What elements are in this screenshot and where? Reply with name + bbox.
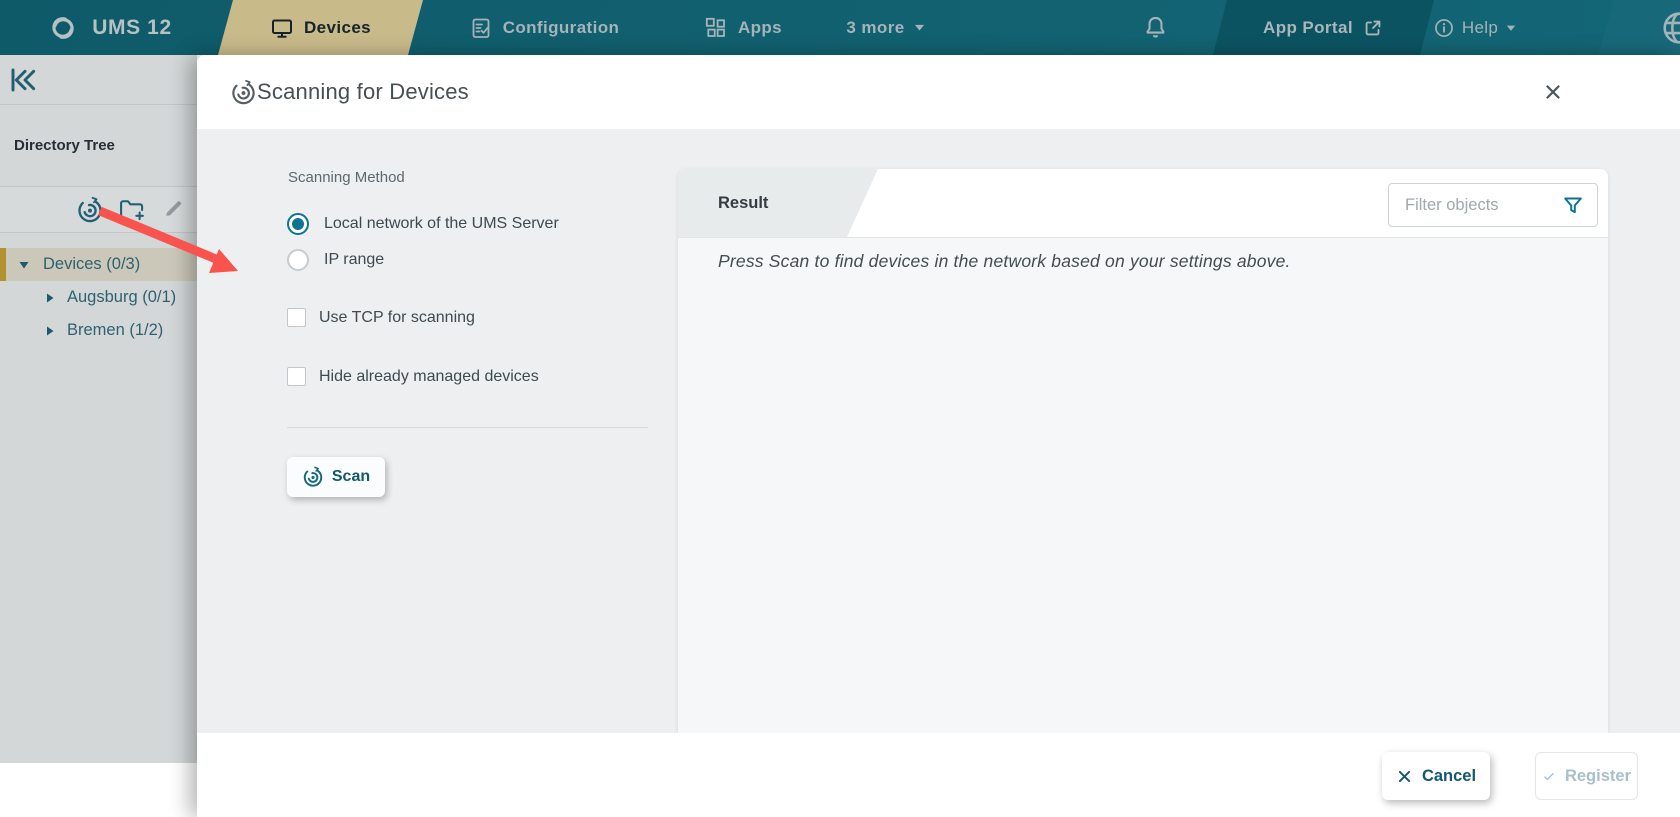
collapse-left-icon	[7, 64, 39, 96]
close-icon	[1542, 81, 1564, 103]
checkbox-hide-managed[interactable]: Hide already managed devices	[287, 367, 539, 386]
chevron-down-icon	[913, 21, 926, 34]
tab-apps[interactable]: Apps	[688, 0, 798, 55]
result-header-slant	[678, 169, 878, 237]
scan-radar-icon	[302, 466, 324, 488]
folder-plus-icon	[117, 196, 145, 224]
clipboard-check-icon	[469, 16, 493, 40]
modal-header: Scanning for Devices	[197, 55, 1680, 129]
edit-button[interactable]	[161, 196, 189, 224]
sidebar: Directory Tree	[0, 55, 197, 763]
caret-right-icon	[44, 292, 56, 304]
tab-configuration[interactable]: Configuration	[434, 0, 654, 55]
radio-selected-icon	[287, 213, 309, 235]
grid-icon	[704, 16, 728, 40]
sidebar-toolbar	[0, 187, 197, 232]
cancel-button-label: Cancel	[1422, 767, 1476, 786]
radio-label: IP range	[324, 251, 384, 269]
tab-label: Devices	[304, 18, 371, 38]
filter-objects-input[interactable]	[1389, 184, 1557, 226]
radio-unselected-icon	[287, 249, 309, 271]
modal-title: Scanning for Devices	[257, 79, 469, 105]
tree-item-label: Bremen (1/2)	[67, 321, 163, 340]
close-modal-button[interactable]	[1542, 81, 1564, 103]
tree-item-label: Devices (0/3)	[43, 255, 140, 274]
checkbox-label: Hide already managed devices	[319, 368, 539, 386]
info-circle-icon	[1433, 17, 1455, 39]
scanning-method-label: Scanning Method	[288, 169, 405, 186]
app-window: UMS 12 Devices Configuration	[0, 0, 1680, 817]
add-folder-button[interactable]	[117, 196, 145, 224]
scan-devices-button[interactable]	[76, 196, 104, 224]
monitor-icon	[270, 16, 294, 40]
filter-objects-field	[1388, 183, 1598, 227]
tree-item-label: Augsburg (0/1)	[67, 288, 176, 307]
scanning-for-devices-modal: Scanning for Devices Scanning Method Loc…	[197, 55, 1680, 817]
modal-body: Scanning Method Local network of the UMS…	[197, 129, 1680, 733]
tree-item-devices[interactable]: Devices (0/3)	[0, 248, 197, 281]
collapse-sidebar-button[interactable]	[7, 64, 39, 96]
bell-icon	[1142, 14, 1169, 41]
checkbox-label: Use TCP for scanning	[319, 309, 475, 327]
sidebar-title: Directory Tree	[14, 137, 115, 154]
selection-bar	[0, 248, 6, 281]
brand-label: UMS 12	[92, 16, 171, 40]
help-label: Help	[1462, 18, 1498, 38]
result-title: Result	[718, 169, 768, 238]
scan-radar-icon	[76, 196, 104, 224]
globe-icon	[1661, 10, 1680, 46]
radio-ip-range[interactable]: IP range	[287, 249, 384, 271]
more-menu[interactable]: 3 more	[826, 0, 946, 55]
app-portal-link[interactable]: App Portal	[1213, 0, 1434, 55]
result-hint-text: Press Scan to find devices in the networ…	[718, 251, 1291, 272]
chevron-down-icon	[1505, 22, 1517, 34]
notifications-bell-button[interactable]	[1133, 0, 1177, 55]
caret-right-icon	[44, 325, 56, 337]
top-navigation-bar: UMS 12 Devices Configuration	[0, 0, 1680, 55]
x-icon	[1396, 768, 1413, 785]
tree-item-augsburg[interactable]: Augsburg (0/1)	[0, 281, 197, 314]
funnel-icon	[1561, 194, 1585, 218]
divider	[287, 427, 648, 428]
directory-tree: Devices (0/3) Augsburg (0/1) Bremen (1/2…	[0, 248, 197, 347]
tab-devices[interactable]: Devices	[218, 0, 423, 55]
divider	[0, 232, 197, 233]
caret-down-icon	[18, 259, 30, 271]
checkbox-icon	[287, 308, 306, 327]
checkbox-use-tcp[interactable]: Use TCP for scanning	[287, 308, 475, 327]
app-portal-label: App Portal	[1263, 18, 1353, 38]
tab-label: Configuration	[503, 18, 620, 38]
modal-footer: Cancel Register	[197, 733, 1680, 817]
radio-local-network[interactable]: Local network of the UMS Server	[287, 213, 559, 235]
register-button[interactable]: Register	[1535, 752, 1638, 800]
register-button-label: Register	[1565, 767, 1631, 786]
checkbox-icon	[287, 367, 306, 386]
external-link-icon	[1362, 17, 1384, 39]
divider	[0, 104, 197, 105]
tab-label: Apps	[738, 18, 782, 38]
pencil-icon	[161, 196, 186, 221]
scan-radar-icon	[230, 79, 257, 106]
tree-item-bremen[interactable]: Bremen (1/2)	[0, 314, 197, 347]
igel-logo-icon	[46, 11, 80, 45]
brand: UMS 12	[34, 0, 184, 55]
help-menu[interactable]: Help	[1427, 0, 1523, 55]
scan-button[interactable]: Scan	[287, 457, 385, 497]
result-header: Result	[678, 169, 1608, 238]
result-panel: Result Press Scan to find devices in the…	[678, 169, 1608, 733]
scan-button-label: Scan	[332, 468, 370, 486]
check-icon	[1542, 767, 1556, 786]
cancel-button[interactable]: Cancel	[1382, 752, 1490, 800]
more-label: 3 more	[846, 18, 904, 38]
radio-label: Local network of the UMS Server	[324, 215, 559, 233]
language-globe-button[interactable]	[1656, 0, 1680, 55]
